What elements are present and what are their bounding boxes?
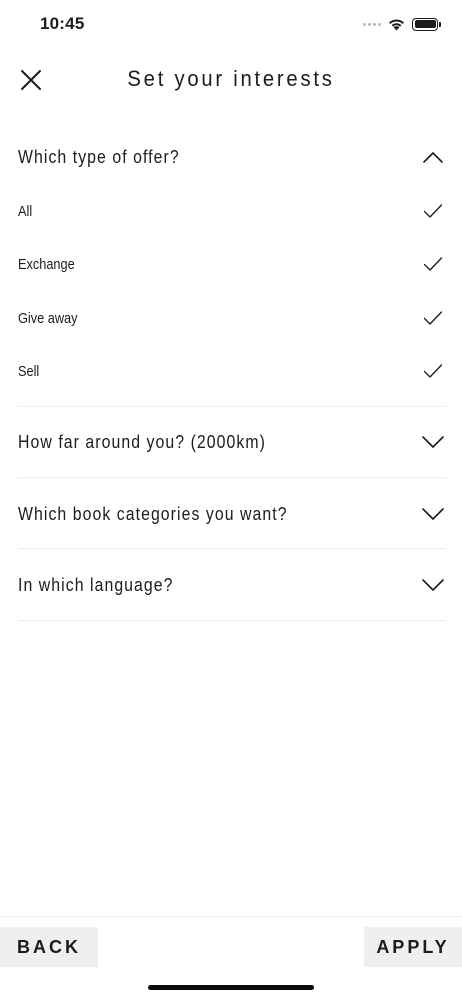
signal-icon — [363, 22, 381, 26]
divider — [18, 406, 446, 407]
divider — [18, 620, 446, 621]
apply-button[interactable]: APPLY — [364, 927, 462, 967]
option-give-away[interactable]: Give away — [18, 298, 446, 338]
option-label: All — [18, 202, 33, 220]
wifi-icon — [389, 18, 404, 30]
divider — [18, 477, 446, 478]
chevron-down-icon — [420, 501, 446, 527]
section-language[interactable]: In which language? — [18, 560, 446, 610]
section-book-categories[interactable]: Which book categories you want? — [18, 489, 446, 539]
status-icons — [363, 16, 441, 32]
page-title: Set your interests — [127, 66, 335, 91]
section-label: In which language? — [18, 574, 174, 595]
checkmark-icon — [420, 358, 446, 384]
option-label: Sell — [18, 362, 40, 380]
section-offer-type[interactable]: Which type of offer? — [18, 132, 446, 182]
option-label: Give away — [18, 309, 78, 327]
chevron-down-icon — [420, 429, 446, 455]
section-label: Which book categories you want? — [18, 503, 288, 524]
status-time: 10:45 — [40, 14, 85, 33]
checkmark-icon — [420, 251, 446, 277]
chevron-down-icon — [420, 572, 446, 598]
section-distance[interactable]: How far around you? (2000km) — [18, 417, 446, 467]
section-label: How far around you? (2000km) — [18, 431, 266, 452]
checkmark-icon — [420, 198, 446, 224]
divider — [18, 548, 446, 549]
chevron-up-icon — [420, 144, 446, 170]
home-indicator[interactable] — [148, 985, 314, 990]
option-sell[interactable]: Sell — [18, 351, 446, 391]
battery-icon — [412, 17, 441, 31]
checkmark-icon — [420, 305, 446, 331]
option-exchange[interactable]: Exchange — [18, 244, 446, 284]
back-button[interactable]: BACK — [0, 927, 98, 967]
status-bar: 10:45 — [0, 0, 462, 50]
option-all[interactable]: All — [18, 191, 446, 231]
section-label: Which type of offer? — [18, 146, 180, 167]
footer-divider — [0, 916, 462, 917]
option-label: Exchange — [18, 255, 75, 273]
